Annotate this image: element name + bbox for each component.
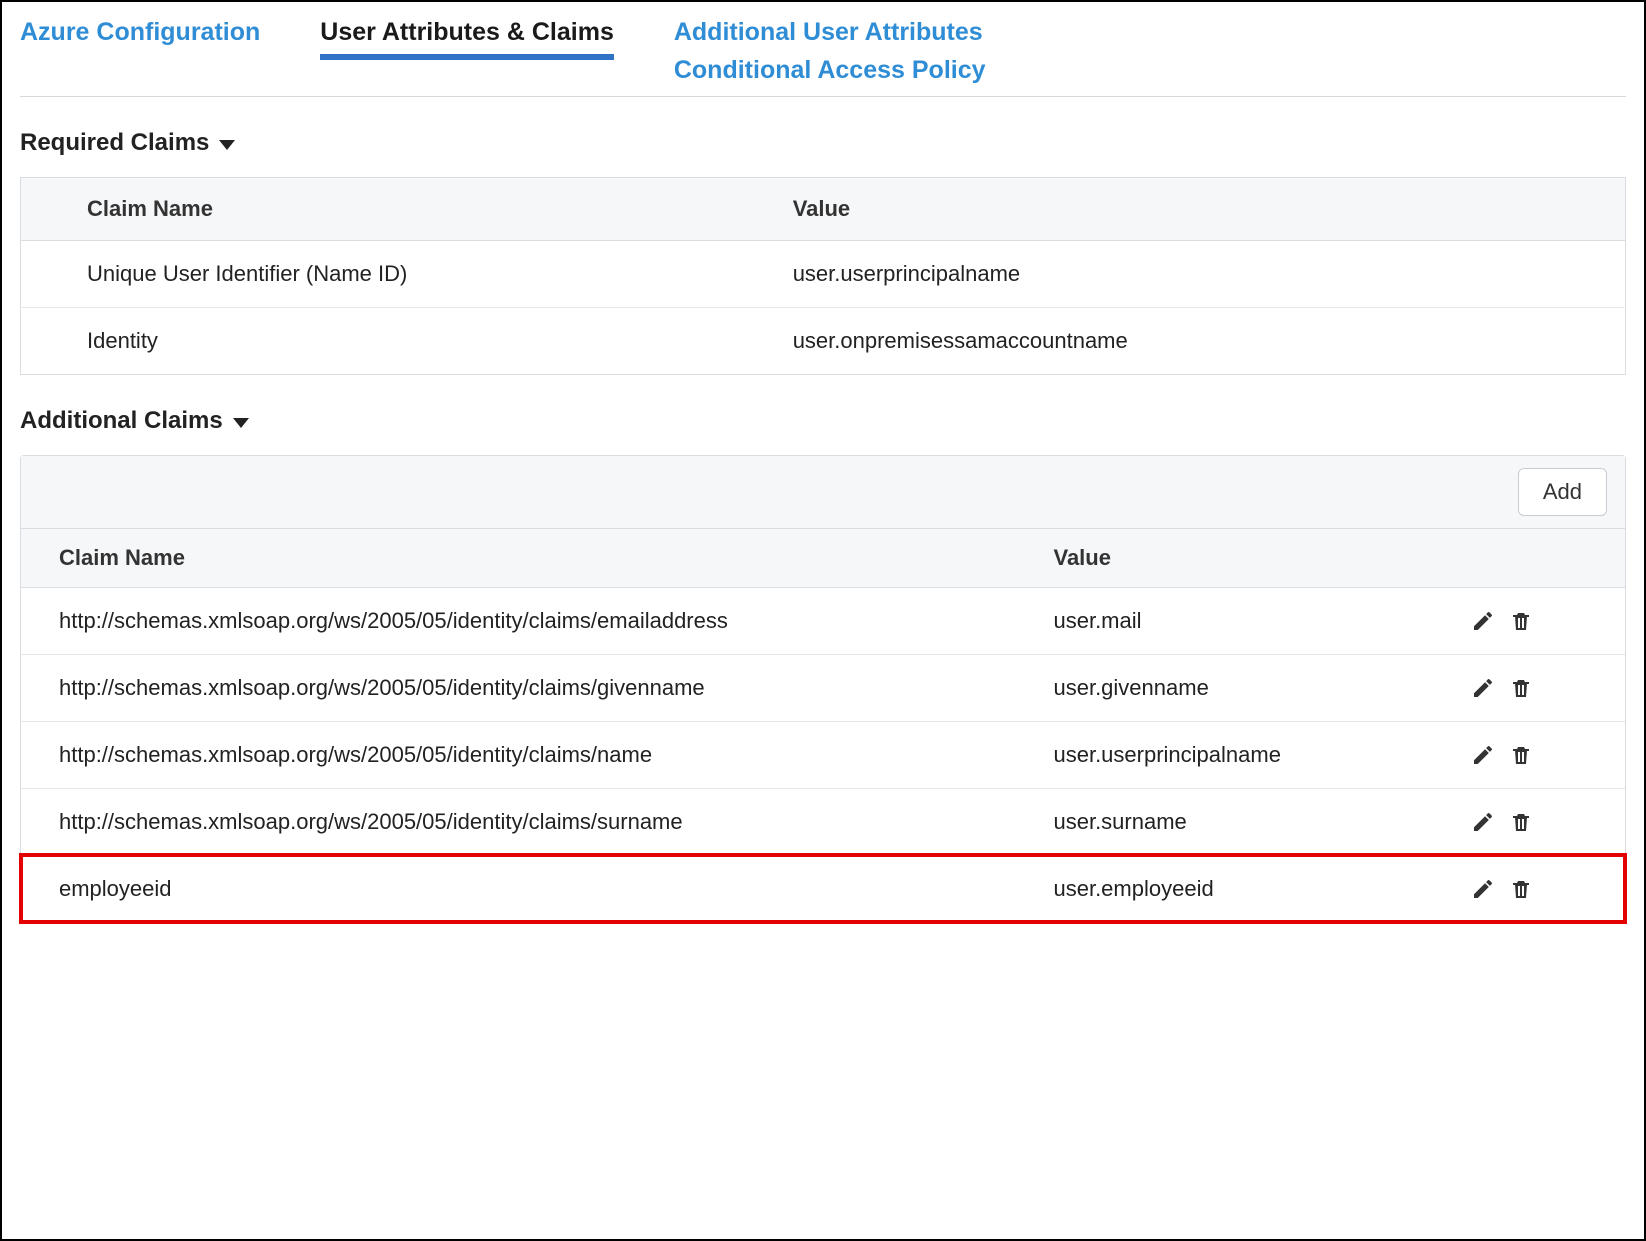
caret-down-icon [219, 140, 235, 150]
additional-claim-name: http://schemas.xmlsoap.org/ws/2005/05/id… [21, 721, 1015, 788]
delete-claim-button[interactable] [1509, 877, 1533, 901]
required-claims-header-name: Claim Name [21, 177, 727, 240]
table-row: employeeiduser.employeeid [21, 855, 1625, 922]
tab-group-right: Additional User Attributes Conditional A… [674, 12, 986, 96]
add-bar: Add [21, 456, 1625, 529]
row-actions [1433, 855, 1625, 922]
trash-icon [1509, 676, 1533, 700]
additional-claim-name: employeeid [21, 855, 1015, 922]
trash-icon [1509, 609, 1533, 633]
tab-additional-user-attributes[interactable]: Additional User Attributes [674, 12, 986, 50]
table-row: http://schemas.xmlsoap.org/ws/2005/05/id… [21, 721, 1625, 788]
pencil-icon [1471, 743, 1495, 767]
additional-claim-value: user.givenname [1015, 654, 1432, 721]
edit-claim-button[interactable] [1471, 609, 1495, 633]
add-claim-button[interactable]: Add [1518, 468, 1607, 516]
required-claims-table: Claim Name Value Unique User Identifier … [20, 177, 1626, 375]
delete-claim-button[interactable] [1509, 609, 1533, 633]
table-row: Unique User Identifier (Name ID) user.us… [21, 240, 1626, 307]
row-actions [1433, 654, 1625, 721]
additional-claim-value: user.mail [1015, 587, 1432, 654]
trash-icon [1509, 810, 1533, 834]
delete-claim-button[interactable] [1509, 810, 1533, 834]
required-claim-name: Unique User Identifier (Name ID) [21, 240, 727, 307]
additional-claims-panel: Add Claim Name Value http://schemas.xmls… [20, 455, 1626, 923]
required-claim-name: Identity [21, 307, 727, 374]
pencil-icon [1471, 609, 1495, 633]
pencil-icon [1471, 810, 1495, 834]
additional-claims-table: Claim Name Value http://schemas.xmlsoap.… [21, 529, 1625, 922]
row-actions [1433, 788, 1625, 855]
pencil-icon [1471, 676, 1495, 700]
additional-claim-value: user.userprincipalname [1015, 721, 1432, 788]
delete-claim-button[interactable] [1509, 743, 1533, 767]
additional-claim-value: user.employeeid [1015, 855, 1432, 922]
additional-claims-header-name: Claim Name [21, 529, 1015, 588]
page-container: Azure Configuration User Attributes & Cl… [0, 0, 1646, 1241]
additional-claim-value: user.surname [1015, 788, 1432, 855]
section-required-claims[interactable]: Required Claims [20, 129, 1626, 157]
required-claim-value: user.onpremisessamaccountname [727, 307, 1626, 374]
table-row: http://schemas.xmlsoap.org/ws/2005/05/id… [21, 587, 1625, 654]
additional-claims-header-value: Value [1015, 529, 1432, 588]
section-additional-claims-label: Additional Claims [20, 407, 223, 435]
table-row: Identity user.onpremisessamaccountname [21, 307, 1626, 374]
edit-claim-button[interactable] [1471, 877, 1495, 901]
additional-claim-name: http://schemas.xmlsoap.org/ws/2005/05/id… [21, 788, 1015, 855]
additional-claim-name: http://schemas.xmlsoap.org/ws/2005/05/id… [21, 654, 1015, 721]
row-actions [1433, 721, 1625, 788]
tab-conditional-access-policy[interactable]: Conditional Access Policy [674, 50, 986, 96]
trash-icon [1509, 877, 1533, 901]
section-required-claims-label: Required Claims [20, 129, 209, 157]
additional-claim-name: http://schemas.xmlsoap.org/ws/2005/05/id… [21, 587, 1015, 654]
additional-claims-header-actions [1433, 529, 1625, 588]
delete-claim-button[interactable] [1509, 676, 1533, 700]
row-actions [1433, 587, 1625, 654]
edit-claim-button[interactable] [1471, 743, 1495, 767]
trash-icon [1509, 743, 1533, 767]
tab-bar: Azure Configuration User Attributes & Cl… [20, 12, 1626, 97]
caret-down-icon [233, 418, 249, 428]
edit-claim-button[interactable] [1471, 810, 1495, 834]
tab-user-attributes-claims[interactable]: User Attributes & Claims [320, 12, 614, 60]
section-additional-claims[interactable]: Additional Claims [20, 407, 1626, 435]
pencil-icon [1471, 877, 1495, 901]
required-claim-value: user.userprincipalname [727, 240, 1626, 307]
edit-claim-button[interactable] [1471, 676, 1495, 700]
required-claims-header-value: Value [727, 177, 1626, 240]
table-row: http://schemas.xmlsoap.org/ws/2005/05/id… [21, 654, 1625, 721]
table-row: http://schemas.xmlsoap.org/ws/2005/05/id… [21, 788, 1625, 855]
tab-azure-configuration[interactable]: Azure Configuration [20, 12, 260, 58]
